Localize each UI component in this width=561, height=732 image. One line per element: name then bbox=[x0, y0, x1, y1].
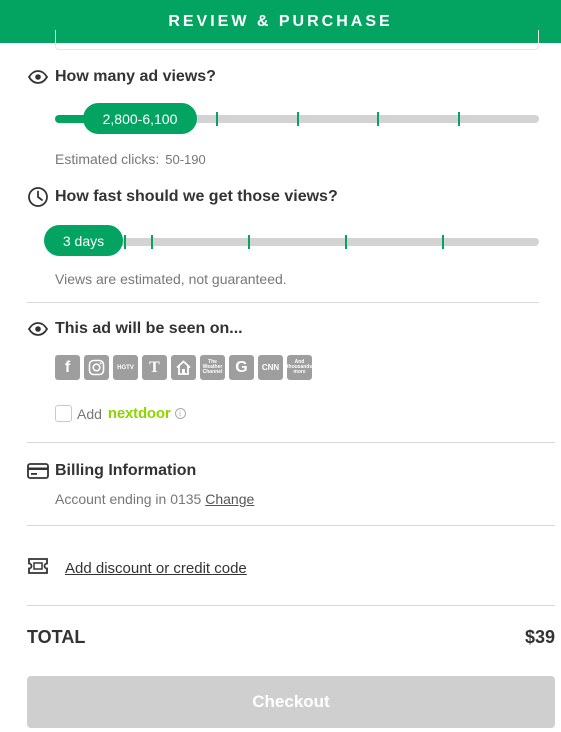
ad-views-heading: How many ad views? bbox=[27, 66, 216, 88]
speed-slider-tick bbox=[151, 235, 153, 249]
account-text: Account ending in 0135 bbox=[55, 491, 202, 507]
cnn-icon: CNN bbox=[258, 355, 283, 380]
divider bbox=[27, 442, 555, 443]
billing-heading: Billing Information bbox=[27, 460, 196, 482]
ad-views-slider-tick bbox=[297, 112, 299, 126]
speed-slider-tick bbox=[442, 235, 444, 249]
account-info: Account ending in 0135 Change bbox=[55, 491, 254, 507]
more-sites-icon-text: And thousands more bbox=[287, 359, 312, 375]
facebook-icon-glyph: f bbox=[64, 358, 71, 376]
speed-slider-tick bbox=[345, 235, 347, 249]
google-icon-glyph: G bbox=[235, 358, 248, 376]
google-icon: G bbox=[229, 355, 254, 380]
divider bbox=[27, 302, 539, 303]
ticket-icon bbox=[27, 557, 49, 580]
add-discount-link[interactable]: Add discount or credit code bbox=[65, 560, 247, 577]
speed-slider-thumb[interactable]: 3 days bbox=[44, 225, 123, 256]
previous-field-edge bbox=[55, 30, 539, 50]
ad-views-selected-value: 2,800-6,100 bbox=[102, 110, 178, 127]
credit-card-icon bbox=[27, 460, 49, 482]
page-title: REVIEW & PURCHASE bbox=[168, 12, 393, 30]
nextdoor-logo: nextdoor bbox=[107, 405, 171, 422]
ad-views-slider-thumb[interactable]: 2,800-6,100 bbox=[83, 103, 197, 134]
views-disclaimer: Views are estimated, not guaranteed. bbox=[55, 271, 287, 287]
estimated-clicks: Estimated clicks: 50-190 bbox=[55, 151, 206, 167]
placements-title: This ad will be seen on... bbox=[55, 320, 243, 337]
hgtv-icon-text: HGTV bbox=[117, 364, 134, 371]
speed-slider-tick bbox=[124, 235, 126, 249]
nyt-icon: T bbox=[142, 355, 167, 380]
placements-heading: This ad will be seen on... bbox=[27, 318, 243, 340]
hgtv-icon: HGTV bbox=[113, 355, 138, 380]
add-label: Add bbox=[77, 405, 102, 422]
more-sites-icon: And thousands more bbox=[287, 355, 312, 380]
divider bbox=[27, 605, 555, 606]
speed-heading: How fast should we get those views? bbox=[27, 186, 338, 208]
info-icon[interactable]: i bbox=[174, 408, 186, 419]
nyt-icon-glyph: T bbox=[149, 358, 160, 376]
instagram-icon bbox=[84, 355, 109, 380]
checkout-button[interactable]: Checkout bbox=[27, 676, 555, 728]
cnn-icon-text: CNN bbox=[261, 362, 280, 372]
total-amount: $39 bbox=[524, 627, 555, 647]
weather-channel-icon-text: The Weather Channel bbox=[202, 359, 223, 375]
estimated-clicks-label: Estimated clicks: bbox=[55, 151, 160, 167]
ad-views-title: How many ad views? bbox=[55, 68, 216, 85]
speed-selected-value: 3 days bbox=[62, 232, 105, 249]
eye-icon bbox=[27, 66, 49, 88]
total-label: TOTAL bbox=[27, 627, 86, 647]
divider bbox=[27, 525, 555, 526]
speed-slider-tick bbox=[248, 235, 250, 249]
discount-row: Add discount or credit code bbox=[27, 557, 247, 580]
ad-views-slider-tick bbox=[216, 112, 218, 126]
change-payment-link[interactable]: Change bbox=[205, 491, 254, 507]
clock-icon bbox=[27, 186, 49, 208]
channel-icon-list: f HGTV T The Weather Channel G CNN And t… bbox=[55, 355, 312, 380]
facebook-icon: f bbox=[55, 355, 80, 380]
home-icon bbox=[171, 355, 196, 380]
nextdoor-addon: Add nextdoor i bbox=[55, 405, 186, 422]
eye-icon bbox=[27, 318, 49, 340]
ad-views-slider-tick bbox=[377, 112, 379, 126]
speed-title: How fast should we get those views? bbox=[55, 188, 338, 205]
weather-channel-icon: The Weather Channel bbox=[200, 355, 225, 380]
nextdoor-checkbox[interactable] bbox=[55, 405, 72, 422]
speed-slider-track[interactable] bbox=[55, 235, 539, 249]
estimated-clicks-value: 50-190 bbox=[165, 152, 206, 167]
ad-views-slider-tick bbox=[458, 112, 460, 126]
billing-title: Billing Information bbox=[55, 462, 197, 479]
